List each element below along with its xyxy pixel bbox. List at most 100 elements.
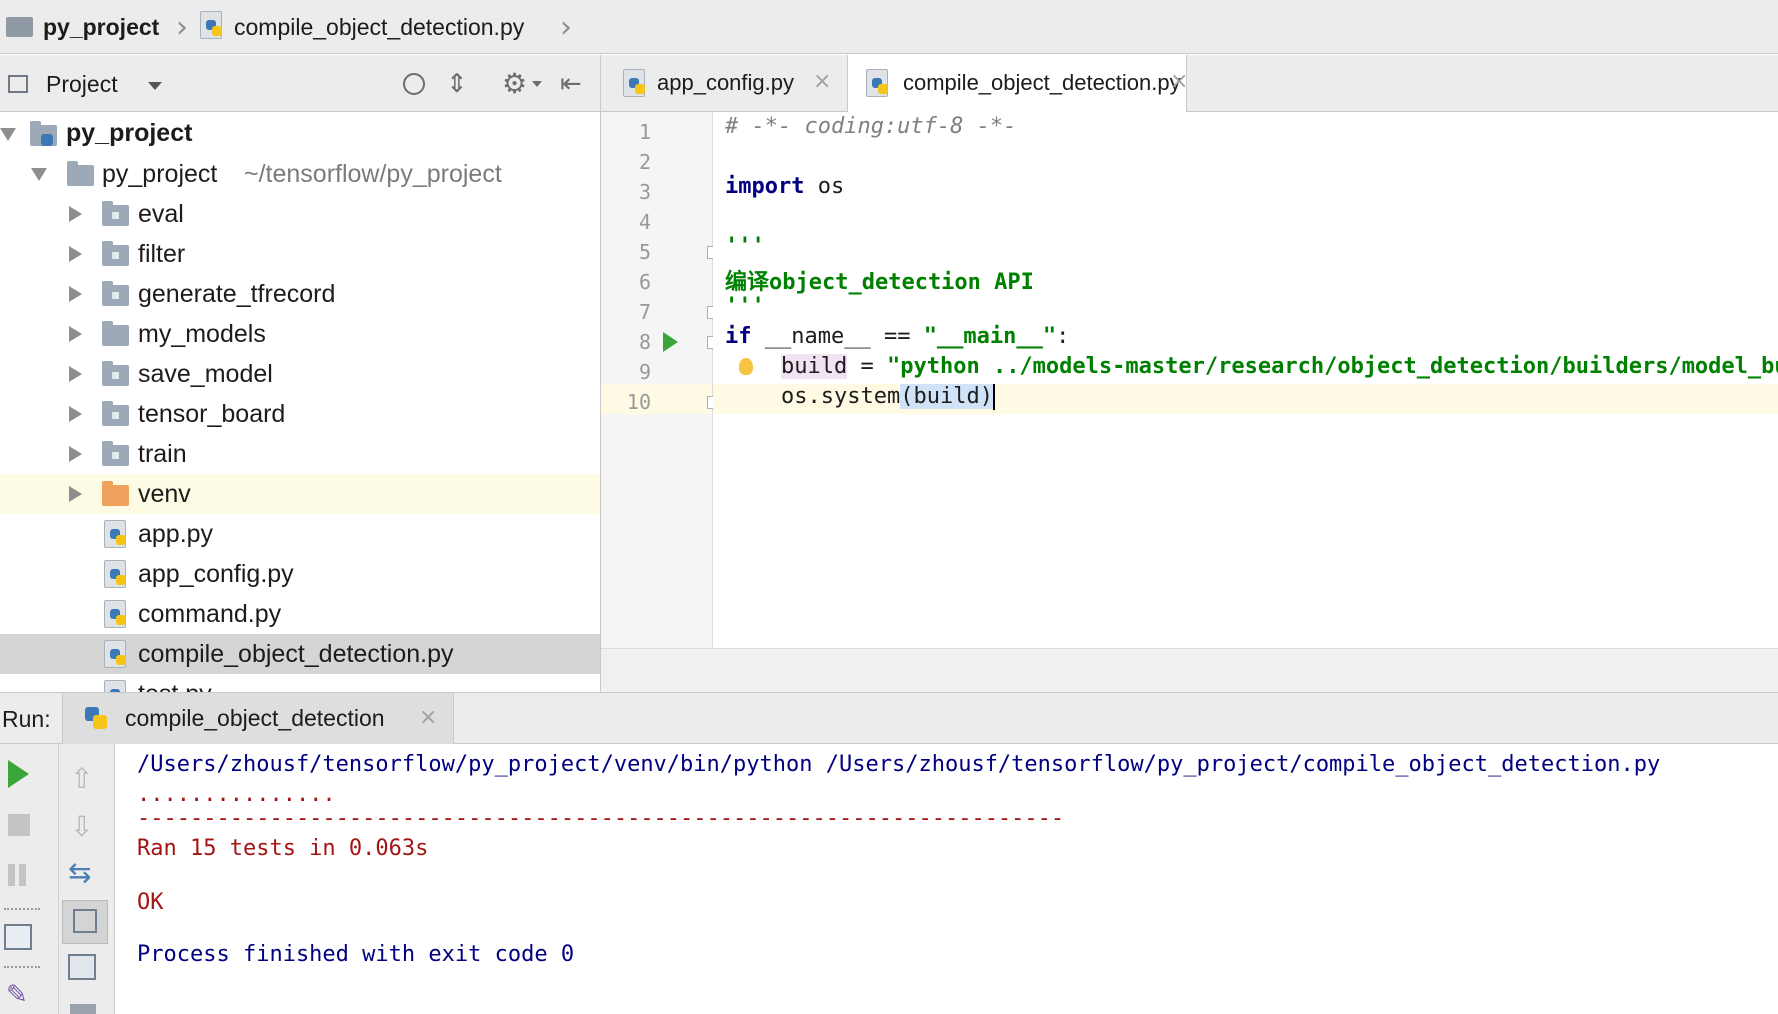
python-file-icon — [104, 600, 128, 628]
run-label: Run: — [2, 706, 51, 732]
gear-dropdown-icon[interactable] — [532, 81, 542, 87]
tree-label: eval — [138, 200, 184, 228]
run-tab[interactable]: compile_object_detection × — [62, 693, 454, 744]
breadcrumb-file[interactable]: compile_object_detection.py — [200, 0, 524, 54]
tree-label: train — [138, 440, 187, 468]
collapse-all-icon[interactable]: ⇕ — [446, 69, 468, 99]
tree-label: filter — [138, 240, 186, 268]
tree-row-package[interactable]: save_model — [0, 354, 600, 394]
layout-icon[interactable] — [4, 924, 32, 950]
tree-row-package[interactable]: train — [0, 434, 600, 474]
chevron-right-icon[interactable] — [69, 446, 82, 462]
tab-compile-object-detection[interactable]: compile_object_detection.py × — [847, 55, 1188, 112]
arrow-down-icon[interactable]: ⇩ — [70, 810, 93, 843]
editor-scroll-area — [601, 648, 1778, 692]
breadcrumb: py_project › compile_object_detection.py… — [0, 0, 1778, 54]
chevron-right-icon[interactable] — [69, 326, 82, 342]
python-icon-secondary — [93, 715, 107, 729]
arrow-up-icon[interactable]: ⇧ — [70, 762, 93, 795]
project-panel-header: Project ⇕ ⚙ ⇤ — [0, 55, 600, 112]
code-text: os.system — [781, 384, 901, 409]
text-caret — [992, 384, 995, 410]
soft-wrap-icon[interactable]: ⇆ — [68, 856, 91, 889]
tree-row-package[interactable]: tensor_board — [0, 394, 600, 434]
close-icon[interactable]: × — [419, 705, 437, 730]
stop-icon[interactable] — [8, 814, 30, 836]
python-badge-icon — [41, 134, 53, 146]
dropdown-arrow-icon[interactable] — [148, 82, 162, 90]
tree-row-file[interactable]: app.py — [0, 514, 600, 554]
console-ran: Ran 15 tests in 0.063s — [137, 836, 429, 861]
venv-folder-icon — [102, 481, 129, 506]
line-number: 8 — [638, 330, 651, 354]
code-line-5: ''' — [725, 234, 765, 259]
scroll-to-end-button[interactable] — [62, 900, 108, 944]
code-text: : — [1056, 324, 1070, 349]
console-command: /Users/zhousf/tensorflow/py_project/venv… — [137, 752, 1661, 777]
tree-label: generate_tfrecord — [138, 280, 336, 308]
separator — [4, 966, 40, 968]
python-file-icon — [104, 680, 128, 692]
trash-icon[interactable] — [70, 1004, 96, 1014]
tree-row-venv[interactable]: venv — [0, 474, 600, 514]
pause-icon[interactable] — [8, 864, 15, 886]
breadcrumb-project-label: py_project — [43, 13, 160, 40]
close-icon[interactable]: × — [813, 69, 831, 94]
tree-row-file[interactable]: app_config.py — [0, 554, 600, 594]
code-editor[interactable]: # -*- coding:utf-8 -*- import os ''' 编译o… — [713, 112, 1778, 648]
run-console[interactable]: /Users/zhousf/tensorflow/py_project/venv… — [115, 744, 1778, 1014]
toolbar-divider — [58, 744, 59, 1014]
gear-icon[interactable]: ⚙ — [502, 67, 527, 100]
hide-panel-icon[interactable]: ⇤ — [560, 69, 582, 99]
project-view-title[interactable]: Project — [46, 71, 118, 98]
line-number: 2 — [638, 150, 651, 174]
folder-icon — [6, 17, 33, 37]
tree-label: tensor_board — [138, 400, 286, 428]
pin-icon[interactable]: ✎ — [6, 980, 28, 1010]
chevron-right-icon[interactable] — [69, 406, 82, 422]
tree-row-file[interactable]: test.py — [0, 674, 600, 692]
close-icon[interactable]: × — [1170, 69, 1188, 94]
lightbulb-icon[interactable] — [739, 358, 753, 375]
code-line-6: 编译object_detection API — [725, 270, 1034, 295]
run-toolbar: ✎ ⇧ ⇩ ⇆ — [0, 744, 115, 1014]
chevron-right-icon: › — [176, 10, 188, 45]
run-tab-label: compile_object_detection — [125, 705, 385, 731]
code-text: (build) — [900, 384, 993, 409]
tree-row-package[interactable]: eval — [0, 194, 600, 234]
editor-gutter: 1 2 3 4 5 6 7 8 9 10 — [601, 112, 718, 648]
chevron-right-icon[interactable] — [69, 366, 82, 382]
package-folder-icon — [102, 281, 129, 306]
keyword: if — [725, 324, 752, 349]
line-number: 1 — [638, 120, 651, 144]
package-folder-icon — [102, 241, 129, 266]
rerun-icon[interactable] — [8, 760, 29, 788]
console-dots: ............... — [137, 782, 336, 807]
package-folder-icon — [102, 361, 129, 386]
tree-row-package[interactable]: generate_tfrecord — [0, 274, 600, 314]
chevron-down-icon[interactable] — [31, 168, 47, 181]
tree-row-root[interactable]: py_project — [0, 114, 600, 154]
python-file-icon — [200, 11, 224, 39]
tree-row-package[interactable]: filter — [0, 234, 600, 274]
string-literal: "python ../models-master/research/object… — [886, 354, 1778, 379]
tree-row-file[interactable]: command.py — [0, 594, 600, 634]
tree-row-folder[interactable]: py_project ~/tensorflow/py_project — [0, 154, 600, 194]
tree-row-file-selected[interactable]: compile_object_detection.py — [0, 634, 600, 674]
project-tree: py_project py_project ~/tensorflow/py_pr… — [0, 112, 600, 692]
line-number: 9 — [638, 360, 651, 384]
line-number: 4 — [638, 210, 651, 234]
print-icon[interactable] — [68, 954, 96, 980]
chevron-right-icon[interactable] — [69, 246, 82, 262]
chevron-right-icon[interactable] — [69, 206, 82, 222]
chevron-right-icon[interactable] — [69, 486, 82, 502]
tab-app-config[interactable]: app_config.py × — [617, 55, 837, 111]
code-line-9: build = "python ../models-master/researc… — [781, 354, 1778, 384]
run-gutter-icon[interactable] — [663, 332, 678, 352]
locate-target-icon[interactable] — [403, 73, 425, 95]
breadcrumb-project[interactable]: py_project — [6, 0, 159, 54]
chevron-down-icon[interactable] — [0, 128, 16, 141]
chevron-right-icon[interactable] — [69, 286, 82, 302]
tree-row-folder[interactable]: my_models — [0, 314, 600, 354]
tree-label: app.py — [138, 520, 214, 548]
